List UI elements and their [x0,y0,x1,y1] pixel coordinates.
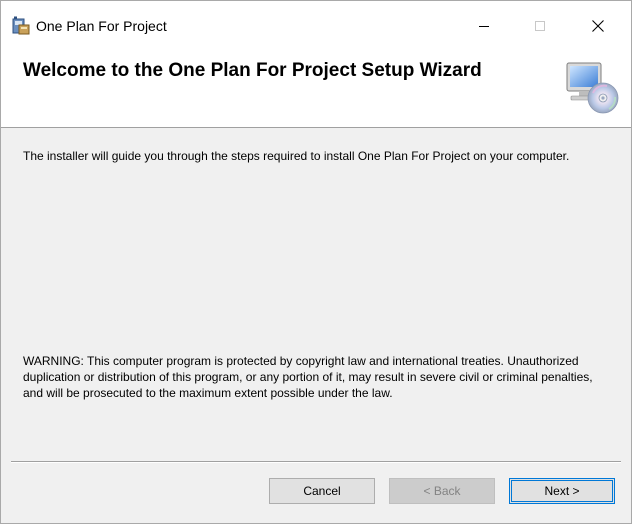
footer-divider [11,461,621,463]
computer-disc-icon [566,62,619,114]
window-title: One Plan For Project [36,18,167,34]
copyright-warning-text: WARNING: This computer program is protec… [23,354,593,400]
close-button[interactable] [575,1,621,51]
back-button[interactable]: < Back [389,478,495,504]
title-bar[interactable]: One Plan For Project [1,1,631,51]
header-banner: Welcome to the One Plan For Project Setu… [1,51,631,128]
next-button-label: Next > [511,480,613,502]
minimize-button[interactable] [461,1,507,51]
setup-wizard-window: One Plan For Project Welcome to the One … [0,0,632,524]
page-title: Welcome to the One Plan For Project Setu… [23,60,482,81]
cancel-button[interactable]: Cancel [269,478,375,504]
maximize-button[interactable] [517,1,563,51]
intro-text: The installer will guide you through the… [23,149,570,163]
installer-app-icon [12,16,30,35]
maximize-icon [535,21,545,31]
close-icon [592,20,604,32]
minimize-icon [479,26,489,27]
next-button[interactable]: Next > [509,478,615,504]
